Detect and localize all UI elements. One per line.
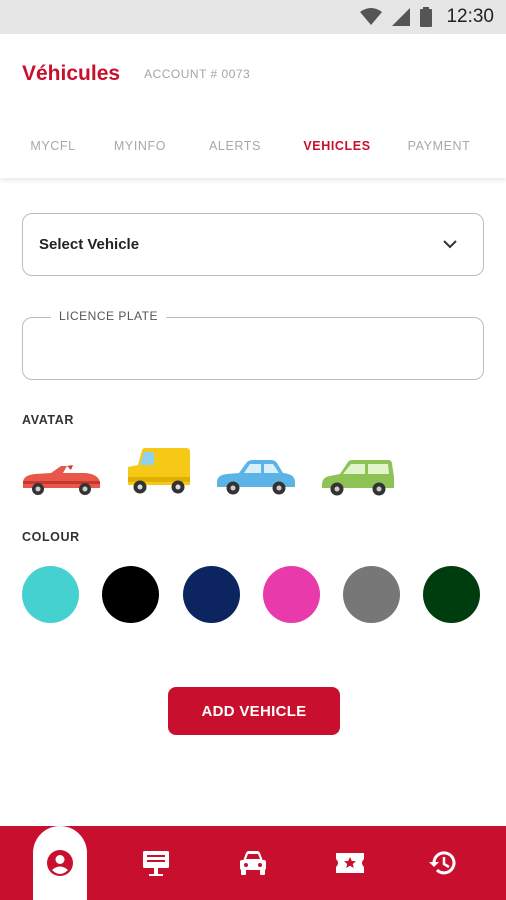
signal-icon	[392, 8, 411, 26]
avatar-label: AVATAR	[22, 413, 74, 427]
nav-vehicles[interactable]	[223, 826, 283, 900]
colour-swatch-turquoise[interactable]	[22, 566, 79, 623]
tab-payment[interactable]: PAYMENT	[398, 114, 480, 178]
select-vehicle-value: Select Vehicle	[39, 236, 140, 253]
colour-swatch-pink[interactable]	[263, 566, 320, 623]
tab-bar: MYCFL MYINFO ALERTS VEHICLES PAYMENT	[0, 114, 506, 178]
colour-swatch-grey[interactable]	[343, 566, 400, 623]
battery-icon	[420, 7, 433, 27]
nav-account[interactable]	[30, 826, 90, 900]
nav-tickets[interactable]	[320, 826, 380, 900]
licence-plate-field[interactable]: LICENCE PLATE	[22, 309, 484, 380]
wifi-icon	[360, 8, 383, 25]
add-vehicle-button[interactable]: ADD VEHICLE	[168, 687, 340, 735]
account-number: ACCOUNT # 0073	[144, 67, 251, 81]
tab-alerts[interactable]: ALERTS	[200, 114, 270, 178]
status-bar: 12:30	[0, 0, 506, 34]
red-convertible-avatar[interactable]	[21, 461, 101, 495]
colour-label: COLOUR	[22, 530, 80, 544]
car-icon	[240, 851, 266, 875]
tab-mycfl[interactable]: MYCFL	[20, 114, 86, 178]
ticket-icon	[336, 853, 364, 873]
history-icon	[429, 851, 456, 875]
select-vehicle-dropdown[interactable]: Select Vehicle	[22, 213, 484, 276]
tab-vehicles[interactable]: VEHICLES	[296, 114, 378, 178]
bottom-nav	[0, 826, 506, 900]
colour-swatch-navy[interactable]	[183, 566, 240, 623]
licence-plate-label: LICENCE PLATE	[51, 309, 166, 323]
blue-sedan-avatar[interactable]	[215, 456, 297, 496]
page-title: Véhicules	[22, 62, 121, 85]
yellow-van-avatar[interactable]	[124, 447, 192, 495]
account-icon	[47, 850, 73, 876]
chevron-down-icon	[443, 240, 457, 249]
header: Véhicules ACCOUNT # 0073	[0, 34, 506, 114]
status-time: 12:30	[446, 6, 494, 27]
colour-swatch-black[interactable]	[102, 566, 159, 623]
nav-history[interactable]	[413, 826, 473, 900]
tab-myinfo[interactable]: MYINFO	[104, 114, 176, 178]
billboard-icon	[143, 851, 169, 876]
green-wagon-avatar[interactable]	[320, 457, 396, 497]
colour-swatch-dark-green[interactable]	[423, 566, 480, 623]
nav-billboard[interactable]	[126, 826, 186, 900]
